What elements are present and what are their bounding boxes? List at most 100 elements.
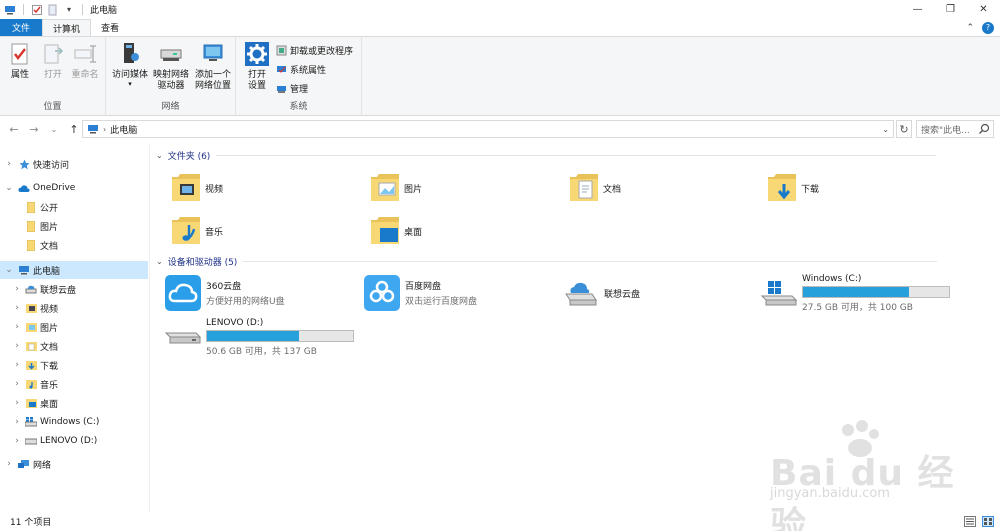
expand-arrow-icon[interactable]: › xyxy=(12,322,22,332)
sidebar-item-quick-access[interactable]: › 快速访问 xyxy=(0,155,148,173)
details-view-icon[interactable] xyxy=(964,516,976,527)
device-lenovo-d[interactable]: LENOVO (D:) 50.6 GB 可用，共 137 GB xyxy=(164,316,394,358)
sidebar-item-downloads[interactable]: › 下载 xyxy=(0,356,148,374)
quick-access-toolbar: ▾ xyxy=(0,0,86,19)
device-lenovo-cloud[interactable]: 联想云盘 xyxy=(562,272,762,314)
collapse-ribbon-icon[interactable]: ⌃ xyxy=(966,23,974,33)
open-button[interactable]: 打开 xyxy=(40,41,66,81)
sidebar-item-network[interactable]: › 网络 xyxy=(0,455,148,473)
folder-icon xyxy=(25,201,37,213)
folder-desktop[interactable]: 桌面 xyxy=(369,212,559,250)
expand-arrow-icon[interactable]: › xyxy=(12,360,22,370)
close-button[interactable]: ✕ xyxy=(967,0,1000,19)
sidebar-item-lenovo-cloud[interactable]: › 联想云盘 xyxy=(0,280,148,298)
up-button[interactable]: ↑ xyxy=(64,119,84,139)
settings-gear-icon xyxy=(244,41,270,67)
forward-button[interactable]: → xyxy=(24,119,44,139)
address-dropdown-icon[interactable]: ⌄ xyxy=(882,125,889,134)
drive-free-space: 50.6 GB 可用，共 137 GB xyxy=(206,346,317,357)
breadcrumb-this-pc[interactable]: 此电脑 xyxy=(110,123,137,136)
sidebar-item-onedrive-pictures[interactable]: 图片 xyxy=(0,217,148,235)
expand-arrow-icon[interactable]: › xyxy=(12,379,22,389)
sidebar-item-onedrive[interactable]: ⌄ OneDrive xyxy=(0,179,148,197)
expand-arrow-icon[interactable]: › xyxy=(12,436,22,446)
music-folder-icon xyxy=(170,215,202,247)
refresh-button[interactable]: ↻ xyxy=(896,120,912,138)
expand-arrow-icon[interactable]: › xyxy=(12,284,22,294)
folder-music[interactable]: 音乐 xyxy=(170,212,360,250)
rename-button[interactable]: 重命名 xyxy=(68,41,102,81)
drive-usage-bar xyxy=(206,329,354,342)
expand-arrow-icon[interactable]: › xyxy=(12,417,22,427)
window-title: 此电脑 xyxy=(90,6,118,16)
drive-name: LENOVO (D:) xyxy=(206,317,264,328)
tab-file[interactable]: 文件 xyxy=(0,19,42,36)
sidebar-item-desktop[interactable]: › 桌面 xyxy=(0,394,148,412)
customize-dropdown-icon[interactable]: ▾ xyxy=(63,4,75,16)
collapse-section-icon[interactable]: ⌄ xyxy=(156,257,163,266)
sidebar-item-lenovo-d[interactable]: › LENOVO (D:) xyxy=(0,432,148,450)
manage-button[interactable]: 管理 xyxy=(276,82,308,95)
folder-downloads[interactable]: 下载 xyxy=(766,169,956,207)
large-icons-view-icon[interactable] xyxy=(982,516,994,527)
expand-arrow-icon[interactable]: › xyxy=(12,303,22,313)
network-icon xyxy=(18,458,30,470)
desktop-folder-icon xyxy=(369,215,401,247)
sidebar-item-onedrive-documents[interactable]: 文档 xyxy=(0,236,148,254)
folder-pictures[interactable]: 图片 xyxy=(369,169,559,207)
music-folder-icon xyxy=(25,378,37,390)
desktop-folder-icon xyxy=(25,397,37,409)
uninstall-programs-button[interactable]: 卸载或更改程序 xyxy=(276,44,353,57)
uninstall-icon xyxy=(276,45,287,56)
sidebar-item-pictures[interactable]: › 图片 xyxy=(0,318,148,336)
address-bar[interactable]: › 此电脑 ⌄ xyxy=(82,120,894,138)
sidebar-item-documents[interactable]: › 文档 xyxy=(0,337,148,355)
expand-arrow-icon[interactable]: › xyxy=(12,398,22,408)
navigation-pane: › 快速访问 ⌄ OneDrive 公开 图片 文档 ⌄ 此电脑 › 联想云盘 … xyxy=(0,145,150,512)
access-media-button[interactable]: 访问媒体 ▾ xyxy=(110,41,150,88)
folder-videos[interactable]: 视频 xyxy=(170,169,360,207)
add-network-location-icon xyxy=(200,41,226,67)
expand-arrow-icon[interactable]: › xyxy=(4,459,14,469)
search-icon xyxy=(979,123,990,134)
expand-arrow-icon[interactable]: › xyxy=(12,341,22,351)
sidebar-item-this-pc[interactable]: ⌄ 此电脑 xyxy=(0,261,148,279)
properties-button[interactable]: 属性 xyxy=(6,41,34,81)
collapse-section-icon[interactable]: ⌄ xyxy=(156,151,163,160)
expand-arrow-icon[interactable]: › xyxy=(4,159,14,169)
tab-computer[interactable]: 计算机 xyxy=(42,19,92,36)
folders-section-header[interactable]: ⌄ 文件夹 (6) xyxy=(156,149,937,162)
device-360-cloud[interactable]: 360云盘 方便好用的网络U盘 xyxy=(164,272,364,314)
device-baidu-netdisk[interactable]: 百度网盘 双击运行百度网盘 xyxy=(363,272,563,314)
properties-check-icon[interactable] xyxy=(31,4,43,16)
back-button[interactable]: ← xyxy=(4,119,24,139)
device-windows-c[interactable]: Windows (C:) 27.5 GB 可用，共 100 GB xyxy=(760,272,990,314)
lenovo-cloud-drive-icon xyxy=(562,274,600,312)
sidebar-item-onedrive-public[interactable]: 公开 xyxy=(0,198,148,216)
recent-locations-icon[interactable]: ⌄ xyxy=(44,119,64,139)
help-icon[interactable]: ? xyxy=(982,21,994,34)
hard-drive-icon xyxy=(25,435,37,447)
folder-documents[interactable]: 文档 xyxy=(568,169,758,207)
minimize-button[interactable]: — xyxy=(901,0,934,19)
folder-icon xyxy=(25,239,37,251)
new-folder-icon[interactable] xyxy=(47,4,59,16)
system-properties-icon xyxy=(277,66,286,73)
pc-icon xyxy=(18,264,30,276)
devices-section-header[interactable]: ⌄ 设备和驱动器 (5) xyxy=(156,255,938,268)
tab-view[interactable]: 查看 xyxy=(91,19,129,36)
search-input[interactable]: 搜索"此电... xyxy=(916,120,994,138)
location-group-label: 位置 xyxy=(43,102,62,112)
system-properties-button[interactable]: 系统属性 xyxy=(276,63,326,76)
sidebar-item-videos[interactable]: › 视频 xyxy=(0,299,148,317)
sidebar-item-music[interactable]: › 音乐 xyxy=(0,375,148,393)
sidebar-item-windows-c[interactable]: › Windows (C:) xyxy=(0,413,148,431)
collapse-arrow-icon[interactable]: ⌄ xyxy=(4,183,14,193)
add-network-location-button[interactable]: 添加一个 网络位置 xyxy=(192,41,234,92)
open-settings-button[interactable]: 打开 设置 xyxy=(240,41,274,92)
collapse-arrow-icon[interactable]: ⌄ xyxy=(4,265,14,275)
maximize-button[interactable]: ❐ xyxy=(934,0,967,19)
drive-usage-fill xyxy=(207,330,299,341)
pc-icon xyxy=(88,125,98,134)
map-network-drive-button[interactable]: 映射网络 驱动器 xyxy=(150,41,192,92)
